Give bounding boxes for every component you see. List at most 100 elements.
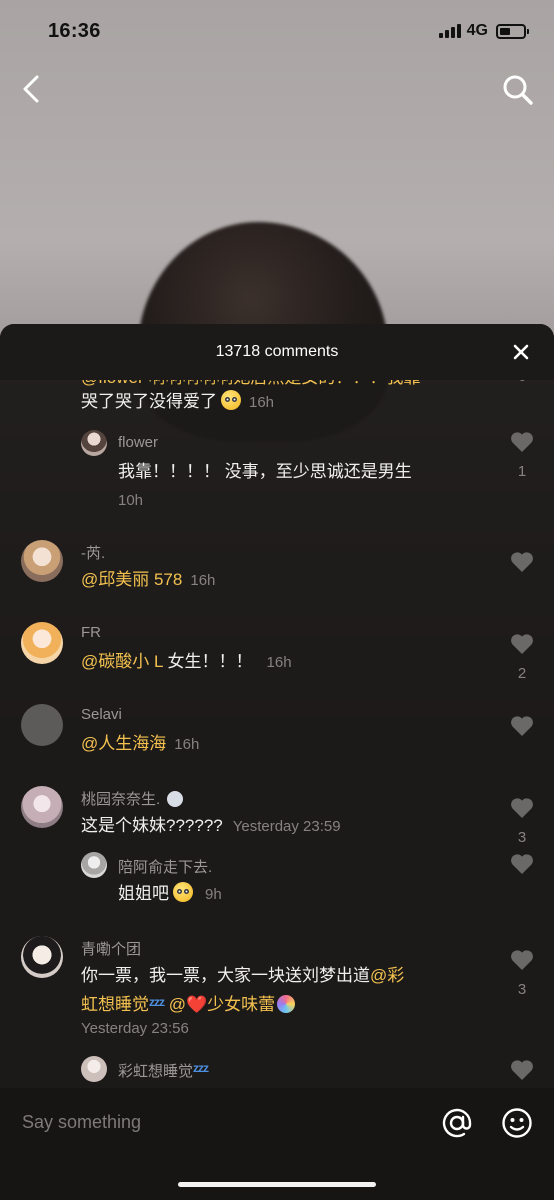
like-button[interactable] bbox=[508, 852, 536, 881]
comment-username[interactable]: -芮. bbox=[81, 542, 105, 563]
comment-time: Yesterday 23:56 bbox=[81, 1020, 189, 1037]
search-button[interactable] bbox=[498, 72, 538, 108]
at-sign-icon bbox=[442, 1108, 472, 1138]
comment-username[interactable]: flower bbox=[118, 434, 158, 451]
reply-item: 陪阿俞走下去. 姐姐吧 9h bbox=[0, 850, 554, 920]
like-count: 3 bbox=[517, 981, 527, 998]
comment-username[interactable]: 青嘞个团 bbox=[81, 938, 141, 959]
comment-mention[interactable]: @❤️少女味蕾 bbox=[169, 995, 275, 1014]
heart-icon bbox=[511, 552, 533, 572]
status-bar: 16:36 4G bbox=[0, 0, 554, 62]
status-time: 16:36 bbox=[48, 19, 101, 42]
avatar[interactable] bbox=[21, 704, 63, 746]
comment-input[interactable] bbox=[22, 1106, 422, 1138]
comment-username[interactable]: Selavi bbox=[81, 706, 122, 723]
comment-item: 青嘞个团 你一票，我一票，大家一块送刘梦出道@彩 虹想睡觉zzz @❤️少女味蕾… bbox=[0, 934, 554, 1054]
comment-item: FR @碳酸小 L 女生！！！ 16h 2 bbox=[0, 618, 554, 690]
avatar[interactable] bbox=[21, 540, 63, 582]
reply-item: flower 我靠！！！！ 没事，至少思诚还是男生 10h 1 bbox=[0, 428, 554, 516]
home-indicator[interactable] bbox=[178, 1182, 376, 1187]
back-button[interactable] bbox=[18, 72, 48, 108]
username-badge-icon bbox=[167, 791, 184, 807]
heart-icon bbox=[511, 716, 533, 736]
comment-text-line-2: 虹想睡觉zzz @❤️少女味蕾 bbox=[81, 990, 296, 1017]
close-button[interactable] bbox=[510, 341, 532, 363]
zzz-emoji: zzz bbox=[193, 1061, 209, 1075]
battery-level bbox=[500, 27, 510, 35]
comment-time: 16h bbox=[190, 572, 216, 589]
avatar[interactable] bbox=[81, 1056, 107, 1082]
like-button[interactable] bbox=[508, 1058, 536, 1087]
comment-mention[interactable]: @邱美丽 578 bbox=[81, 570, 182, 589]
like-button[interactable]: 3 bbox=[508, 948, 536, 998]
comment-username[interactable]: 桃园奈奈生. bbox=[81, 788, 184, 809]
avatar[interactable] bbox=[81, 852, 107, 878]
mention-button[interactable] bbox=[440, 1106, 474, 1140]
username-text: 彩虹想睡觉 bbox=[118, 1063, 194, 1080]
comment-text-line-1: 你一票，我一票，大家一块送刘梦出道@彩 bbox=[81, 964, 404, 988]
like-button[interactable]: 3 bbox=[508, 796, 536, 846]
comment-body: 女生！！！ bbox=[162, 652, 253, 671]
comment-body: 我靠！！！！ 没事，至少思诚还是男生 bbox=[118, 462, 412, 481]
like-count: 2 bbox=[517, 665, 527, 682]
lollipop-emoji bbox=[277, 995, 296, 1013]
pleading-face-emoji bbox=[221, 390, 241, 410]
comment-time: 10h bbox=[118, 492, 144, 509]
comment-body: 你一票，我一票，大家一块送刘梦出道 bbox=[81, 966, 370, 985]
comment-text: 哭了哭了没得爱了 16h bbox=[81, 390, 274, 415]
close-icon bbox=[513, 344, 529, 360]
comment-mention[interactable]: @彩 bbox=[370, 966, 404, 985]
comment-body: 这是个妹妹?????? bbox=[81, 816, 223, 835]
like-count: 1 bbox=[517, 463, 527, 480]
avatar[interactable] bbox=[21, 622, 63, 664]
comment-body: 姐姐吧 bbox=[118, 884, 169, 903]
comment-text: 这是个妹妹?????? Yesterday 23:59 bbox=[81, 814, 341, 839]
comment-text: @碳酸小 L 女生！！！ 16h bbox=[81, 650, 292, 675]
comment-mention[interactable]: @人生海海 bbox=[81, 734, 166, 753]
heart-icon bbox=[511, 854, 533, 874]
network-type: 4G bbox=[466, 22, 488, 39]
heart-icon bbox=[511, 798, 533, 818]
avatar[interactable] bbox=[81, 430, 107, 456]
comment-text: @邱美丽 578 16h bbox=[81, 568, 215, 593]
comment-list[interactable]: @flower 啊啊啊啊啊她居然是女的！！！我靠 哭了哭了没得爱了16h 6 f… bbox=[0, 324, 554, 1088]
comment-time: 9h bbox=[205, 886, 222, 903]
zzz-emoji: zzz bbox=[149, 995, 165, 1009]
comment-count: 13718 comments bbox=[215, 343, 339, 360]
comments-sheet: @flower 啊啊啊啊啊她居然是女的！！！我靠 哭了哭了没得爱了16h 6 f… bbox=[0, 324, 554, 1200]
like-button[interactable] bbox=[508, 714, 536, 743]
sweat-smile-emoji bbox=[173, 882, 193, 902]
comment-item: Selavi @人生海海 16h bbox=[0, 700, 554, 772]
heart-icon bbox=[511, 1060, 533, 1080]
like-button[interactable] bbox=[508, 550, 536, 579]
avatar[interactable] bbox=[21, 786, 63, 828]
comments-header: 13718 comments bbox=[0, 324, 554, 380]
comment-username[interactable]: FR bbox=[81, 624, 101, 641]
heart-icon bbox=[511, 432, 533, 452]
comment-item: 桃园奈奈生. 这是个妹妹?????? Yesterday 23:59 3 bbox=[0, 782, 554, 854]
battery-icon bbox=[496, 23, 529, 39]
status-indicators: 4G bbox=[438, 22, 529, 40]
avatar[interactable] bbox=[21, 936, 63, 978]
heart-icon bbox=[511, 950, 533, 970]
comment-item: -芮. @邱美丽 578 16h bbox=[0, 536, 554, 608]
heart-icon bbox=[511, 634, 533, 654]
like-button[interactable]: 2 bbox=[508, 632, 536, 682]
username-text: 桃园奈奈生. bbox=[81, 791, 161, 808]
comment-time: 16h bbox=[249, 394, 275, 411]
comment-username[interactable]: 陪阿俞走下去. bbox=[118, 856, 212, 877]
comment-mention[interactable]: 虹想睡觉 bbox=[81, 995, 149, 1014]
comment-text: @人生海海 16h bbox=[81, 732, 199, 757]
comment-time: Yesterday 23:59 bbox=[232, 818, 341, 835]
like-count: 3 bbox=[517, 829, 527, 846]
search-icon bbox=[503, 75, 533, 105]
like-button[interactable]: 1 bbox=[508, 430, 536, 480]
comment-input-bar bbox=[0, 1088, 554, 1200]
comment-text: 我靠！！！！ 没事，至少思诚还是男生 bbox=[118, 460, 412, 484]
chevron-left-icon bbox=[23, 75, 39, 103]
emoji-button[interactable] bbox=[500, 1106, 534, 1140]
comment-username[interactable]: 彩虹想睡觉zzz bbox=[118, 1060, 209, 1081]
smiley-icon bbox=[502, 1108, 532, 1138]
comment-mention[interactable]: @碳酸小 L bbox=[81, 652, 163, 671]
comment-time: 16h bbox=[174, 736, 200, 753]
